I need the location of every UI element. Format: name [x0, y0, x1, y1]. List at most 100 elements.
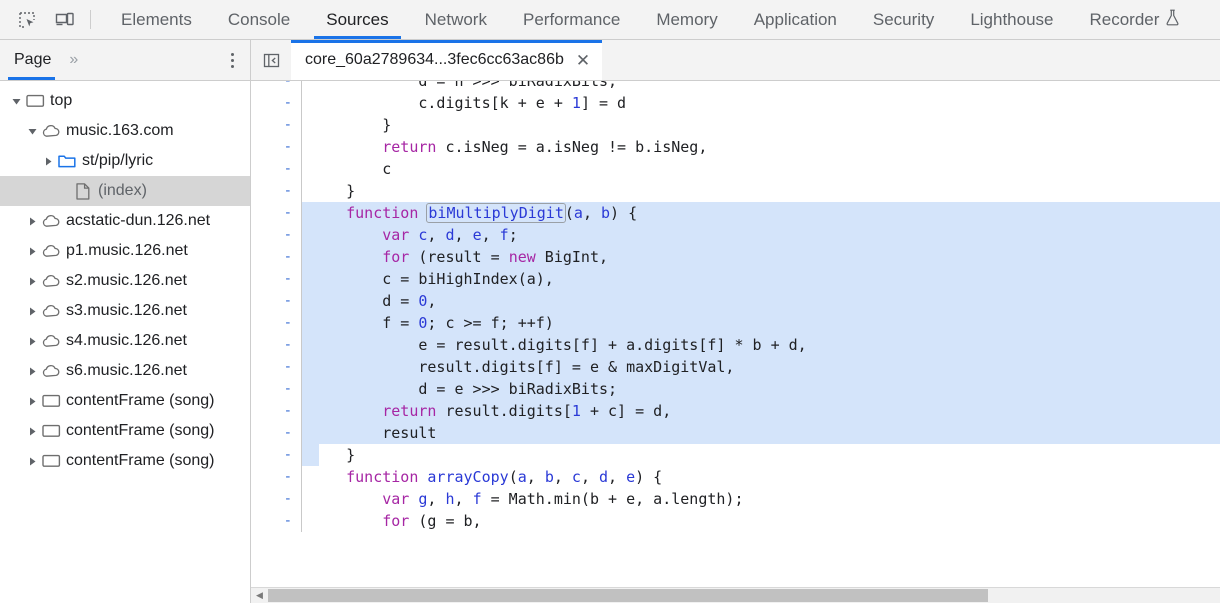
chevron-down-icon[interactable] [8, 97, 24, 106]
tab-memory[interactable]: Memory [638, 0, 735, 39]
line-gutter-marker[interactable]: - [251, 246, 301, 268]
panel-tab-list: Elements Console Sources Network Performance… [103, 0, 1220, 39]
tree-item[interactable]: p1.music.126.net [0, 236, 250, 266]
line-gutter-marker[interactable]: - [251, 400, 301, 422]
chevron-right-icon[interactable] [24, 217, 40, 226]
line-gutter-marker[interactable]: - [251, 356, 301, 378]
tree-item[interactable]: contentFrame (song) [0, 416, 250, 446]
code-line: - return result.digits[1 + c] = d, [251, 400, 1220, 422]
code-line-text[interactable]: var g, h, f = Math.min(b + e, a.length); [301, 488, 1220, 510]
line-gutter-marker[interactable]: - [251, 114, 301, 136]
tab-performance[interactable]: Performance [505, 0, 638, 39]
tree-item[interactable]: contentFrame (song) [0, 386, 250, 416]
line-gutter-marker[interactable]: - [251, 312, 301, 334]
line-gutter-marker[interactable]: - [251, 444, 301, 466]
tree-item[interactable]: music.163.com [0, 116, 250, 146]
line-gutter-marker[interactable]: - [251, 290, 301, 312]
tree-item[interactable]: st/pip/lyric [0, 146, 250, 176]
code-line-text[interactable]: } [301, 444, 1220, 466]
navigator-panel: Page » top music.163.com st/pip/lyric (inde… [0, 40, 251, 603]
tree-item[interactable]: contentFrame (song) [0, 446, 250, 476]
code-token: result [310, 424, 437, 442]
tab-elements[interactable]: Elements [103, 0, 210, 39]
line-gutter-marker[interactable]: - [251, 466, 301, 488]
navigator-tab-page[interactable]: Page [0, 40, 63, 80]
line-gutter-marker[interactable]: - [251, 378, 301, 400]
code-line-text[interactable]: d = h >>> biRadixBits; [301, 81, 1220, 92]
chevron-right-icon[interactable] [24, 307, 40, 316]
line-gutter-marker[interactable]: - [251, 136, 301, 158]
tab-label: Memory [656, 9, 718, 29]
tree-item[interactable]: s2.music.126.net [0, 266, 250, 296]
code-line-text[interactable]: e = result.digits[f] + a.digits[f] * b +… [301, 334, 1220, 356]
tree-item[interactable]: (index) [0, 176, 250, 206]
code-token-var: b [601, 204, 611, 222]
code-line-text[interactable]: function biMultiplyDigit(a, b) { [301, 202, 1220, 224]
chevron-right-icon[interactable] [24, 457, 40, 466]
tab-security[interactable]: Security [855, 0, 952, 39]
scroll-left-arrow-icon[interactable]: ◀ [251, 588, 268, 603]
show-navigator-icon[interactable] [251, 40, 291, 80]
line-gutter-marker[interactable]: - [251, 92, 301, 114]
code-line-text[interactable]: for (result = new BigInt, [301, 246, 1220, 268]
tree-item[interactable]: s6.music.126.net [0, 356, 250, 386]
chevron-right-icon[interactable] [24, 427, 40, 436]
code-line-text[interactable]: result.digits[f] = e & maxDigitVal, [301, 356, 1220, 378]
code-line-text[interactable]: var c, d, e, f; [301, 224, 1220, 246]
tree-item[interactable]: acstatic-dun.126.net [0, 206, 250, 236]
code-token: } [310, 182, 356, 200]
horizontal-scrollbar[interactable]: ◀ [251, 587, 1220, 603]
inspect-element-icon[interactable] [8, 0, 46, 39]
chevron-down-icon[interactable] [24, 127, 40, 136]
more-tabs-icon[interactable]: » [63, 51, 83, 69]
code-line-text[interactable]: d = 0, [301, 290, 1220, 312]
tab-sources[interactable]: Sources [308, 0, 406, 39]
close-icon[interactable]: ✕ [576, 52, 590, 69]
line-gutter-marker[interactable]: - [251, 422, 301, 444]
device-toolbar-icon[interactable] [46, 0, 84, 39]
line-gutter-marker[interactable]: - [251, 180, 301, 202]
line-gutter-marker[interactable]: - [251, 224, 301, 246]
file-tab[interactable]: core_60a2789634...3fec6cc63ac86b ✕ [291, 40, 603, 80]
code-line-text[interactable]: c.digits[k + e + 1] = d [301, 92, 1220, 114]
tab-application[interactable]: Application [736, 0, 855, 39]
code-line-text[interactable]: c = biHighIndex(a), [301, 268, 1220, 290]
tab-recorder[interactable]: Recorder [1072, 0, 1199, 39]
tab-console[interactable]: Console [210, 0, 308, 39]
line-gutter-marker[interactable]: - [251, 334, 301, 356]
tree-item[interactable]: s4.music.126.net [0, 326, 250, 356]
code-line-text[interactable]: c [301, 158, 1220, 180]
kebab-menu-icon[interactable] [231, 52, 234, 68]
code-line-text[interactable]: f = 0; c >= f; ++f) [301, 312, 1220, 334]
tab-label: Lighthouse [970, 9, 1054, 29]
code-line-text[interactable]: for (g = b, [301, 510, 1220, 532]
code-line-text[interactable]: d = e >>> biRadixBits; [301, 378, 1220, 400]
code-line-text[interactable]: result [301, 422, 1220, 444]
code-line: - function biMultiplyDigit(a, b) { [251, 202, 1220, 224]
tab-lighthouse[interactable]: Lighthouse [952, 0, 1071, 39]
code-line-text[interactable]: } [301, 114, 1220, 136]
chevron-right-icon[interactable] [24, 367, 40, 376]
line-gutter-marker[interactable]: - [251, 268, 301, 290]
line-gutter-marker[interactable]: - [251, 158, 301, 180]
line-gutter-marker[interactable]: - [251, 510, 301, 532]
chevron-right-icon[interactable] [24, 397, 40, 406]
scrollbar-thumb[interactable] [268, 589, 988, 602]
code-viewport[interactable]: - d = h >>> biRadixBits; - c.digits[k + e… [251, 81, 1220, 587]
chevron-right-icon[interactable] [24, 277, 40, 286]
code-line-text[interactable]: return result.digits[1 + c] = d, [301, 400, 1220, 422]
line-gutter-marker[interactable]: - [251, 202, 301, 224]
tree-item[interactable]: top [0, 86, 250, 116]
chevron-right-icon[interactable] [40, 157, 56, 166]
line-gutter-marker[interactable]: - [251, 488, 301, 510]
code-line: - f = 0; c >= f; ++f) [251, 312, 1220, 334]
line-gutter-marker[interactable]: - [251, 81, 301, 92]
code-line-text[interactable]: function arrayCopy(a, b, c, d, e) { [301, 466, 1220, 488]
chevron-right-icon[interactable] [24, 247, 40, 256]
code-line-text[interactable]: return c.isNeg = a.isNeg != b.isNeg, [301, 136, 1220, 158]
tree-item[interactable]: s3.music.126.net [0, 296, 250, 326]
chevron-right-icon[interactable] [24, 337, 40, 346]
code-line-text[interactable]: } [301, 180, 1220, 202]
tab-network[interactable]: Network [407, 0, 505, 39]
